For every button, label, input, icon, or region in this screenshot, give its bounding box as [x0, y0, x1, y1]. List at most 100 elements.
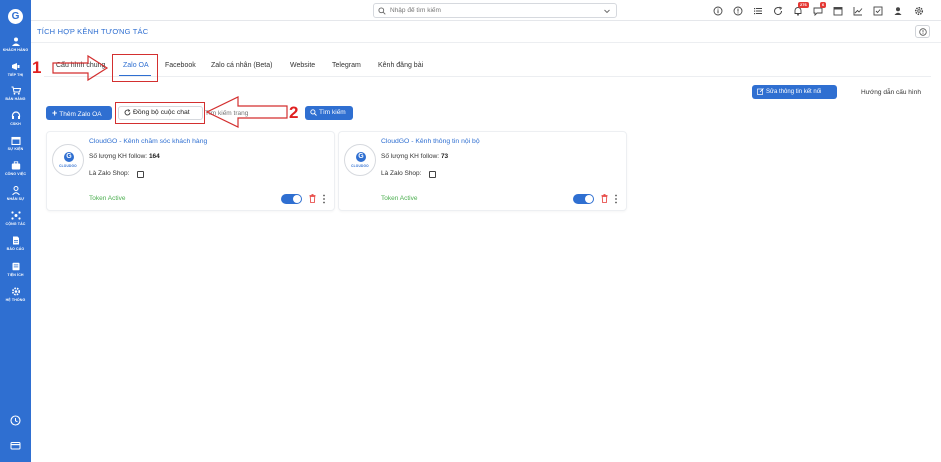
annotation-arrow-right-icon: [52, 54, 109, 82]
person-icon: [11, 186, 20, 195]
sidebar-item-utilities[interactable]: TIỆN ÍCH: [0, 262, 31, 277]
trash-icon[interactable]: [309, 194, 316, 203]
sidebar-item-label: CỘNG TÁC: [5, 222, 26, 226]
zalo-oa-card: G CLOUDGO CloudGO - Kênh chăm sóc khách …: [46, 131, 335, 211]
help-circle-icon: [919, 28, 927, 36]
utilities-icon: [12, 262, 19, 271]
sidebar-item-label: NHÂN SỰ: [6, 197, 25, 201]
headset-icon: [11, 111, 20, 119]
header-divider: [31, 42, 941, 43]
chat-badge: 6: [820, 2, 827, 8]
sidebar-item-label: SỰ KIỆN: [7, 147, 24, 151]
clock-icon[interactable]: [10, 415, 21, 426]
checkbox-icon[interactable]: [873, 6, 883, 16]
tab-facebook[interactable]: Facebook: [165, 62, 196, 69]
avatar: G CLOUDGO: [52, 144, 84, 176]
search-button-label: Tìm kiếm: [319, 109, 346, 116]
cart-icon: [11, 86, 21, 95]
chart-icon[interactable]: [853, 6, 863, 16]
sidebar-item-label: CSKH: [10, 122, 21, 126]
sidebar-item-label: TIẾP THỊ: [7, 73, 24, 77]
sidebar-item-label: BÁN HÀNG: [5, 97, 26, 101]
cloudgo-logo-icon: G: [356, 152, 366, 162]
zalo-shop-checkbox[interactable]: [429, 171, 436, 178]
sidebar: G KHÁCH HÀNG TIẾP THỊ BÁN HÀNG CSKH SỰ K…: [0, 0, 31, 462]
plus-icon: +: [52, 108, 58, 118]
page-title: TÍCH HỢP KÊNH TƯƠNG TÁC: [37, 27, 149, 36]
tab-publish-channel[interactable]: Kênh đăng bài: [378, 62, 423, 69]
token-status: Token Active: [381, 195, 418, 202]
edit-connection-label: Sửa thông tin kết nối: [766, 89, 822, 95]
token-status: Token Active: [89, 195, 126, 202]
info-icon[interactable]: [713, 6, 723, 16]
sidebar-item-system[interactable]: HỆ THỐNG: [0, 287, 31, 302]
tab-website[interactable]: Website: [290, 62, 315, 69]
help-button[interactable]: [915, 25, 930, 38]
card-title[interactable]: CloudGO - Kênh thông tin nội bộ: [381, 138, 480, 145]
enable-toggle[interactable]: [281, 194, 302, 204]
zalo-shop-checkbox[interactable]: [137, 171, 144, 178]
avatar-brand: CLOUDGO: [351, 164, 369, 168]
follow-count: 73: [440, 153, 449, 160]
trash-icon[interactable]: [601, 194, 608, 203]
tab-zalo-personal[interactable]: Zalo cá nhân (Beta): [211, 62, 272, 69]
cloudgo-logo-icon: G: [64, 152, 74, 162]
users-icon: [11, 37, 20, 46]
annotation-arrow-left-icon: [205, 96, 288, 128]
sidebar-item-sales[interactable]: BÁN HÀNG: [0, 86, 31, 101]
calendar-icon: [10, 136, 21, 145]
help-circle-icon[interactable]: [733, 6, 743, 16]
add-zalo-oa-label: Thêm Zalo OA: [59, 111, 102, 118]
sidebar-item-collab[interactable]: CỘNG TÁC: [0, 211, 31, 226]
annotation-highlight-tab: [112, 54, 158, 82]
topbar: 276 6: [31, 0, 941, 21]
report-icon: [12, 236, 19, 245]
search-icon: [310, 109, 317, 116]
calendar-icon[interactable]: [833, 6, 843, 16]
more-options-icon[interactable]: [614, 194, 618, 204]
sidebar-item-marketing[interactable]: TIẾP THỊ: [0, 62, 31, 77]
sidebar-item-cskh[interactable]: CSKH: [0, 111, 31, 126]
megaphone-icon: [11, 63, 19, 70]
avatar-brand: CLOUDGO: [59, 164, 77, 168]
follow-count-row: Số lượng KH follow: 164: [89, 153, 160, 160]
enable-toggle[interactable]: [573, 194, 594, 204]
bell-badge: 276: [798, 2, 809, 8]
edit-icon: [757, 88, 764, 95]
user-icon[interactable]: [893, 6, 903, 16]
refresh-icon[interactable]: [773, 6, 783, 16]
zalo-shop-label: Là Zalo Shop:: [381, 170, 422, 177]
search-icon: [378, 7, 386, 15]
follow-label: Số lượng KH follow:: [381, 153, 440, 160]
sidebar-item-tasks[interactable]: CÔNG VIỆC: [0, 161, 31, 176]
edit-connection-button[interactable]: Sửa thông tin kết nối: [752, 85, 837, 99]
settings-icon[interactable]: [914, 6, 924, 16]
list-icon[interactable]: [753, 6, 763, 16]
search-input[interactable]: [390, 5, 590, 16]
app-logo[interactable]: G: [8, 9, 23, 24]
tabs-divider: [44, 76, 931, 77]
avatar: G CLOUDGO: [344, 144, 376, 176]
network-icon: [10, 211, 21, 220]
follow-count: 164: [148, 153, 160, 160]
annotation-step-1: 1: [32, 58, 42, 77]
annotation-step-2: 2: [289, 103, 299, 122]
follow-count-row: Số lượng KH follow: 73: [381, 153, 448, 160]
tab-telegram[interactable]: Telegram: [332, 62, 361, 69]
sidebar-item-label: KHÁCH HÀNG: [2, 48, 29, 52]
config-guide-link[interactable]: Hướng dẫn cấu hình: [861, 89, 921, 96]
search-button[interactable]: Tìm kiếm: [305, 106, 353, 120]
more-options-icon[interactable]: [322, 194, 326, 204]
chevron-down-icon[interactable]: [603, 7, 611, 15]
sidebar-item-hr[interactable]: NHÂN SỰ: [0, 186, 31, 201]
sidebar-item-reports[interactable]: BÁO CÁO: [0, 236, 31, 251]
add-zalo-oa-button[interactable]: + Thêm Zalo OA: [46, 106, 112, 120]
global-search[interactable]: [373, 3, 617, 18]
card-icon[interactable]: [10, 440, 21, 451]
zalo-oa-card: G CLOUDGO CloudGO - Kênh thông tin nội b…: [338, 131, 627, 211]
sidebar-item-events[interactable]: SỰ KIỆN: [0, 136, 31, 151]
card-title[interactable]: CloudGO - Kênh chăm sóc khách hàng: [89, 138, 207, 145]
annotation-highlight-sync: [115, 102, 205, 124]
sidebar-item-customers[interactable]: KHÁCH HÀNG: [0, 37, 31, 52]
follow-label: Số lượng KH follow:: [89, 153, 148, 160]
